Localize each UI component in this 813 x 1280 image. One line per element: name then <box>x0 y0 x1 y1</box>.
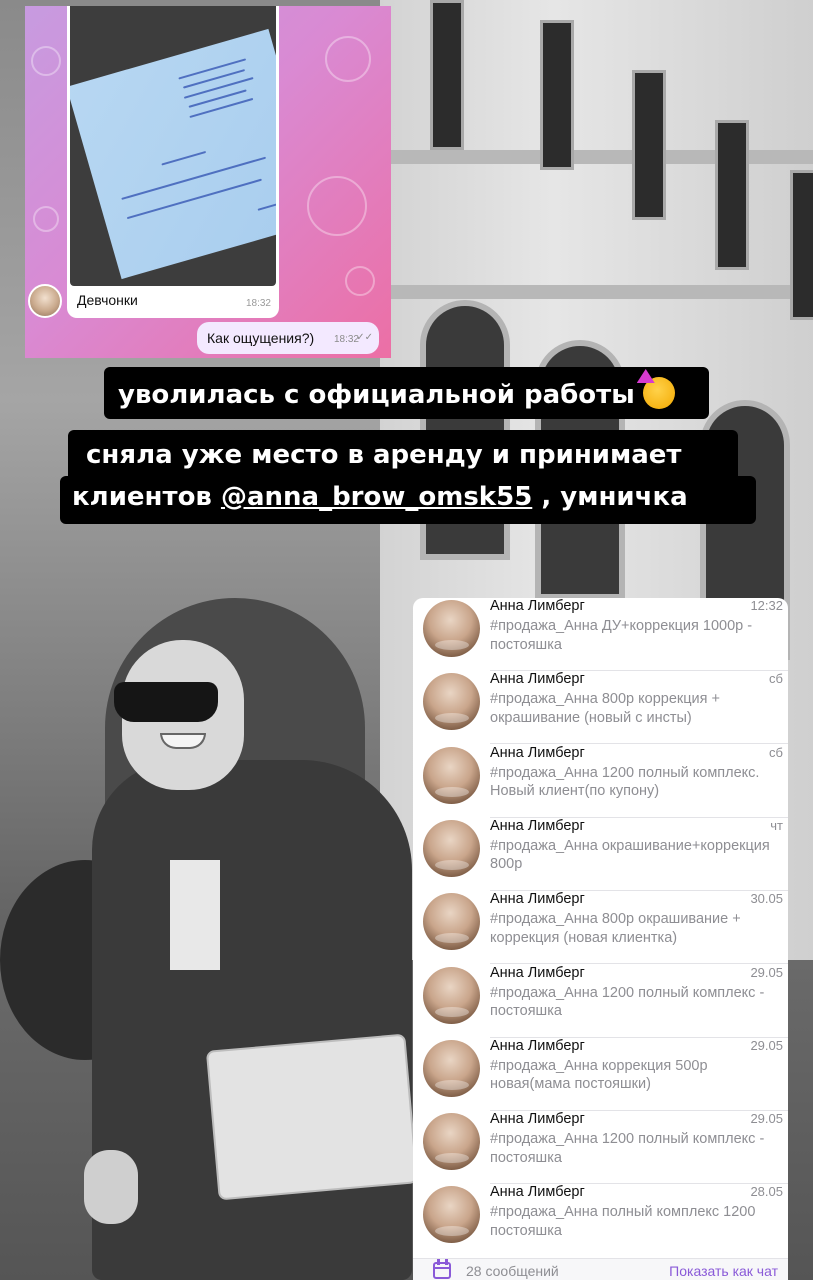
window <box>790 170 813 320</box>
message-count: 28 сообщений <box>466 1263 559 1279</box>
mention-link[interactable]: @anna_brow_omsk55 <box>221 482 532 512</box>
avatar[interactable] <box>423 1039 480 1097</box>
caption-text: уволилась с официальной работы <box>118 380 635 410</box>
person-top <box>170 860 220 970</box>
avatar[interactable] <box>423 966 480 1024</box>
outgoing-text: Как ощущения?) <box>207 330 315 346</box>
chat-list-item[interactable]: Анна Лимберг чт #продажа_Анна окрашивание+… <box>413 818 788 891</box>
message-preview: #продажа_Анна окрашивание+коррекция 800р <box>490 837 770 873</box>
contact-name: Анна Лимберг <box>490 598 585 614</box>
outgoing-time: 18:32 <box>333 334 359 345</box>
chat-list-item[interactable]: Анна Лимберг 29.05 #продажа_Анна 1200 полн… <box>413 965 788 1038</box>
photo-caption: Девчонки <box>77 292 138 308</box>
avatar[interactable] <box>423 600 480 657</box>
contact-name: Анна Лимберг <box>490 671 585 688</box>
handwritten-document <box>70 28 276 280</box>
contact-name: Анна Лимберг <box>490 891 585 908</box>
calendar-icon[interactable] <box>433 1259 451 1279</box>
laptop <box>205 1033 419 1201</box>
message-time: 30.05 <box>750 891 783 907</box>
message-time: чт <box>770 817 783 833</box>
avatar[interactable] <box>423 819 480 877</box>
doodle-circle <box>31 46 61 76</box>
chat-screenshot: Девчонки 18:32 Как ощущения?) 18:32 ✓✓ <box>25 6 391 358</box>
partying-face-icon <box>642 377 675 409</box>
message-time: 29.05 <box>750 1037 783 1053</box>
caption-quit-job: уволилась с официальной работы <box>104 367 709 419</box>
message-preview: #продажа_Анна 800р окрашивание + коррекц… <box>490 911 741 946</box>
chat-list-item[interactable]: Анна Лимберг 30.05 #продажа_Анна 800р окра… <box>413 891 788 965</box>
photo-time: 18:32 <box>245 298 271 309</box>
contact-name: Анна Лимберг <box>490 817 585 834</box>
message-time: 29.05 <box>750 964 783 980</box>
doodle-circle <box>33 206 59 232</box>
window <box>540 20 574 170</box>
sender-avatar[interactable] <box>28 284 62 318</box>
chat-search-results: Анна Лимберг 12:32 #продажа_Анна ДУ+коррек… <box>413 598 788 1280</box>
doodle-circle <box>307 176 367 236</box>
chat-list-item[interactable]: Анна Лимберг сб #продажа_Анна 1200 полный … <box>413 745 788 818</box>
sunglasses <box>114 682 218 722</box>
message-time: 29.05 <box>750 1111 783 1127</box>
message-preview: #продажа_Анна 1200 полный комплекс - пос… <box>490 984 765 1020</box>
message-preview: #продажа_Анна ДУ+коррекция 1000р - посто… <box>490 618 753 653</box>
outgoing-message[interactable]: Как ощущения?) 18:32 ✓✓ <box>197 322 379 354</box>
contact-name: Анна Лимберг <box>490 744 585 761</box>
contact-name: Анна Лимберг <box>490 1184 585 1201</box>
message-preview: #продажа_Анна 1200 полный комплекс. Новы… <box>490 764 760 800</box>
contact-name: Анна Лимберг <box>490 1111 585 1128</box>
message-preview: #продажа_Анна коррекция 500р новая(мама … <box>490 1057 708 1093</box>
chat-list-item[interactable]: Анна Лимберг 12:32 #продажа_Анна ДУ+коррек… <box>413 598 788 671</box>
avatar[interactable] <box>423 893 480 951</box>
results-footer: 28 сообщений Показать как чат <box>413 1258 788 1280</box>
read-checkmarks-icon: ✓✓ <box>356 332 373 343</box>
caption-clients: клиентов @anna_brow_omsk55 , умничка <box>60 476 756 524</box>
avatar[interactable] <box>423 1186 480 1244</box>
caption-text: , умничка <box>532 482 688 512</box>
message-time: сб <box>769 671 783 687</box>
chat-list-item[interactable]: Анна Лимберг 28.05 #продажа_Анна полный ко… <box>413 1184 788 1257</box>
document-photo[interactable] <box>70 6 276 286</box>
window <box>715 120 749 270</box>
cornice <box>380 285 813 299</box>
avatar[interactable] <box>423 746 480 804</box>
message-time: 28.05 <box>750 1184 783 1200</box>
avatar[interactable] <box>423 673 480 731</box>
caption-rented-place: сняла уже место в аренду и принимает <box>68 430 738 482</box>
message-preview: #продажа_Анна 1200 полный комплекс - пос… <box>490 1131 765 1166</box>
contact-name: Анна Лимберг <box>490 1037 585 1054</box>
show-as-chat-button[interactable]: Показать как чат <box>669 1263 778 1279</box>
doodle-circle <box>325 36 371 82</box>
chat-list-item[interactable]: Анна Лимберг 29.05 #продажа_Анна коррекция… <box>413 1038 788 1111</box>
caption-text: сняла уже место в аренду и принимает <box>86 440 682 470</box>
photo-message[interactable]: Девчонки 18:32 <box>67 6 279 318</box>
avatar[interactable] <box>423 1113 480 1171</box>
message-time: сб <box>769 744 783 760</box>
contact-name: Анна Лимберг <box>490 964 585 981</box>
message-preview: #продажа_Анна полный комплекс 1200 посто… <box>490 1204 756 1239</box>
chat-list-item[interactable]: Анна Лимберг сб #продажа_Анна 800р коррекц… <box>413 671 788 745</box>
person-hand <box>84 1150 138 1224</box>
window <box>430 0 464 150</box>
person-jacket <box>92 760 412 1280</box>
message-time: 12:32 <box>750 598 783 613</box>
window <box>632 70 666 220</box>
chat-list-item[interactable]: Анна Лимберг 29.05 #продажа_Анна 1200 полн… <box>413 1111 788 1185</box>
message-preview: #продажа_Анна 800р коррекция + окрашиван… <box>490 691 721 726</box>
caption-text: клиентов <box>72 482 221 512</box>
doodle-circle <box>345 266 375 296</box>
